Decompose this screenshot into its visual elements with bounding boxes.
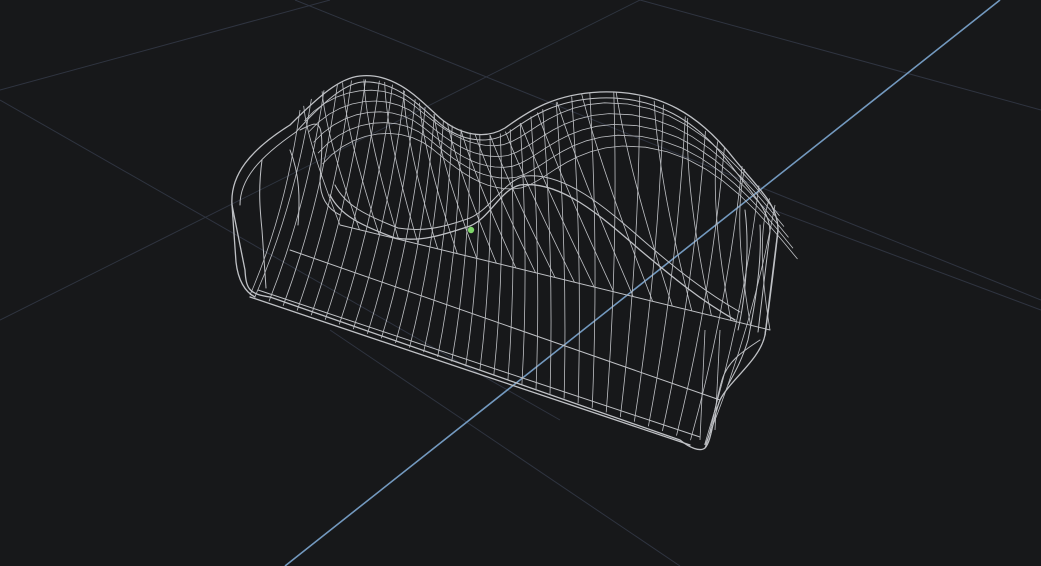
mesh-rib-line: [474, 133, 536, 273]
mesh-bottom-edge-inner: [257, 289, 701, 438]
mesh-left-cap-edge: [231, 204, 256, 298]
grid-line: [0, 0, 331, 91]
mesh-rib-line: [714, 141, 732, 321]
grid-line: [0, 99, 561, 421]
mesh-longitudinal-line: [317, 122, 794, 249]
grid-line: [759, 204, 1041, 311]
mesh-section-line: [605, 92, 616, 413]
mesh-right-cap-line: [699, 329, 706, 441]
mesh-section-line: [542, 109, 552, 394]
mesh-section-line: [704, 185, 760, 446]
mesh-section-line: [423, 125, 453, 353]
mesh-bottom-edge: [249, 296, 691, 446]
mesh-rib-line: [653, 100, 693, 312]
floor-grid: [0, 0, 1041, 566]
mesh-section-line: [381, 107, 426, 339]
mesh-section-line: [409, 120, 444, 348]
3d-viewport[interactable]: [0, 0, 1041, 566]
mesh-longitudinal-line: [313, 111, 789, 238]
wireframe-mesh[interactable]: [231, 75, 798, 451]
mesh-longitudinal-line: [322, 132, 798, 260]
mesh-section-line: [571, 96, 580, 404]
mesh-section-line: [465, 134, 481, 367]
grid-line: [294, 0, 1041, 301]
grid-line: [329, 329, 681, 566]
mesh-rib-line: [739, 168, 751, 326]
mesh-section-line: [555, 102, 566, 399]
viewport-canvas[interactable]: [0, 0, 1041, 566]
grid-line: [639, 0, 1041, 111]
mesh-rib-line: [615, 92, 673, 307]
mesh-right-cap-line: [714, 329, 721, 431]
grid-line: [0, 0, 641, 321]
object-origin-pivot[interactable]: [467, 226, 475, 234]
mesh-right-cap-corner: [704, 339, 761, 449]
mesh-section-line: [493, 133, 503, 376]
